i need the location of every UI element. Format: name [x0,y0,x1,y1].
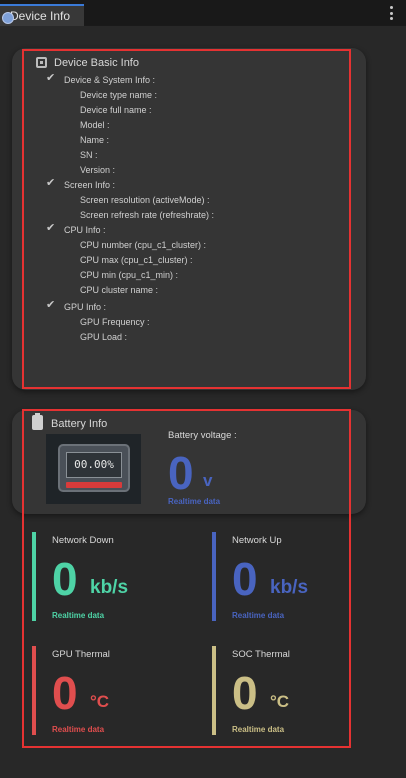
network-down-bar [32,532,36,621]
soc-thermal-label: SOC Thermal [232,649,290,660]
gpu-thermal-value: 0 [52,667,78,719]
unity-logo-icon [2,12,14,24]
check-icon: ✔ [46,177,56,189]
battery-voltage-value: 0 [168,447,194,499]
device-panel-title: Device Basic Info [54,57,139,69]
section-screen: Screen Info : [64,180,116,190]
field-gpu-frequency: GPU Frequency : [80,317,150,327]
field-sn: SN : [80,150,98,160]
gpu-thermal-label: GPU Thermal [52,649,110,660]
field-device-type-name: Device type name : [80,90,158,100]
field-name: Name : [80,135,110,145]
tab-label: Device Info [10,9,71,23]
field-model: Model : [80,120,110,130]
more-options-icon[interactable] [390,6,394,20]
battery-body: 00.00% [58,444,130,492]
battery-realtime-label: Realtime data [168,497,221,506]
field-device-full-name: Device full name : [80,105,152,115]
network-down-realtime: Realtime data [52,611,105,620]
check-icon: ✔ [46,222,56,234]
gpu-thermal-realtime: Realtime data [52,725,105,734]
section-gpu: GPU Info : [64,302,107,312]
network-up-unit: kb/s [270,577,309,598]
device-icon [36,57,47,68]
field-cpu-max: CPU max (cpu_c1_cluster) : [80,255,193,265]
field-cpu-cluster-name: CPU cluster name : [80,285,159,295]
check-icon: ✔ [46,299,56,311]
battery-icon [32,413,43,430]
battery-percent: 00.00% [66,452,122,478]
network-up-value: 0 [232,553,258,605]
soc-thermal-value: 0 [232,667,258,719]
network-up-realtime: Realtime data [232,611,285,620]
gpu-thermal-unit: °C [90,692,110,711]
section-device-system: Device & System Info : [64,75,156,85]
battery-level-bar [66,482,122,488]
battery-voltage-label: Battery voltage : [168,430,237,441]
section-cpu: CPU Info : [64,225,106,235]
field-gpu-load: GPU Load : [80,332,128,342]
soc-thermal-unit: °C [270,692,290,711]
field-screen-resolution: Screen resolution (activeMode) : [80,195,210,205]
network-down-value: 0 [52,553,78,605]
network-up-label: Network Up [232,535,282,546]
check-icon: ✔ [46,72,56,84]
battery-image: 00.00% [46,434,141,504]
soc-thermal-bar [212,646,216,735]
tab-bar: Device Info [0,0,406,26]
field-version: Version : [80,165,116,175]
field-cpu-min: CPU min (cpu_c1_min) : [80,270,179,280]
field-screen-refresh-rate: Screen refresh rate (refreshrate) : [80,210,215,220]
field-cpu-number: CPU number (cpu_c1_cluster) : [80,240,207,250]
network-down-label: Network Down [52,535,114,546]
soc-thermal-realtime: Realtime data [232,725,285,734]
network-up-bar [212,532,216,621]
gpu-thermal-bar [32,646,36,735]
battery-panel-title: Battery Info [51,418,108,430]
battery-voltage-unit: v [203,471,213,490]
network-down-unit: kb/s [90,577,129,598]
